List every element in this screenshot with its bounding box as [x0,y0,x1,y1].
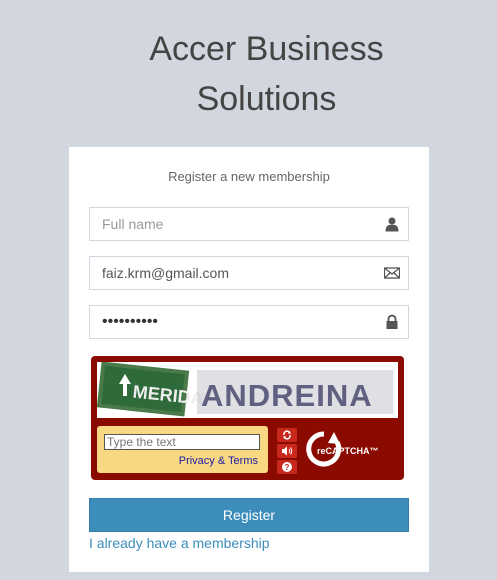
password-field [89,305,409,339]
user-icon [385,217,399,232]
privacy-terms-link[interactable]: Privacy & Terms [179,455,258,467]
captcha-word-2: ANDREINA [201,378,373,413]
recaptcha-brand: reCAPTCHA™ [317,446,379,456]
email-input[interactable] [90,257,384,289]
register-message: Register a new membership [168,169,330,184]
captcha-help-button[interactable]: ? [277,460,297,474]
captcha-refresh-button[interactable] [277,428,297,442]
audio-icon [282,446,293,456]
recaptcha-widget: MERIDA ANDREINA Privacy & Terms ? [91,356,404,480]
logo-line-2: Solutions [196,80,337,118]
password-input[interactable] [90,306,384,338]
login-link[interactable]: I already have a membership [89,535,270,551]
captcha-audio-button[interactable] [277,444,297,458]
captcha-image: MERIDA ANDREINA [96,361,398,418]
recaptcha-logo: reCAPTCHA™ [306,431,379,467]
captcha-input-area: Privacy & Terms [97,426,268,473]
register-box: Register a new membership MERIDA [69,147,429,572]
refresh-icon [283,430,291,440]
app-logo: Accer Business Solutions [0,24,497,124]
fullname-input[interactable] [90,208,384,240]
lock-icon [386,314,398,329]
help-icon: ? [282,462,292,472]
captcha-input[interactable] [104,434,260,450]
email-field [89,256,409,290]
captcha-image-words: MERIDA ANDREINA [96,361,393,417]
svg-text:?: ? [285,463,290,472]
logo-line-1: Accer Business [149,30,384,68]
fullname-field [89,207,409,241]
register-button[interactable]: Register [89,498,409,532]
envelope-icon [384,267,400,279]
